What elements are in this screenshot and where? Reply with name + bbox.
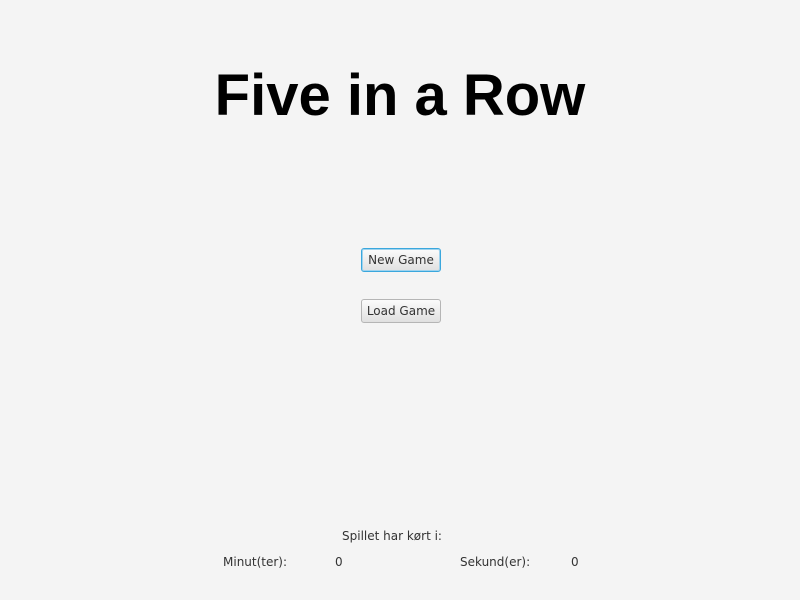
new-game-button[interactable]: New Game bbox=[361, 248, 441, 272]
minutes-value: 0 bbox=[335, 555, 343, 569]
game-title: Five in a Row bbox=[214, 63, 586, 128]
minutes-label: Minut(ter): bbox=[223, 555, 288, 569]
load-game-button[interactable]: Load Game bbox=[361, 299, 441, 323]
timer-heading: Spillet har kørt i: bbox=[342, 529, 442, 543]
seconds-value: 0 bbox=[571, 555, 579, 569]
seconds-label: Sekund(er): bbox=[460, 555, 531, 569]
